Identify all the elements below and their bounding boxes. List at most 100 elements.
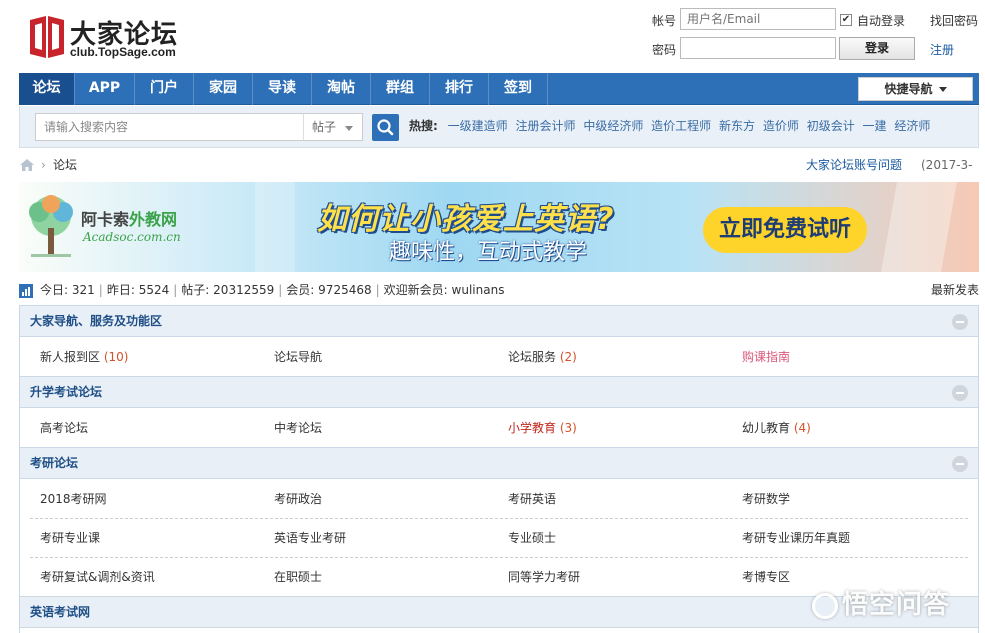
forum-link[interactable]: 考研专业课历年真题 — [742, 519, 850, 558]
register-link[interactable]: 注册 — [930, 41, 954, 58]
yesterday-label: 昨日: — [106, 283, 135, 297]
nav-item-groups[interactable]: 群组 — [371, 73, 430, 105]
forum-link[interactable]: 高考论坛 — [40, 409, 88, 448]
search-bar: 请输入搜索内容 帖子 热搜: 一级建造师 注册会计师 中级经济师 造价工程师 新… — [19, 106, 979, 148]
today-count: 321 — [71, 283, 95, 297]
banner-decoration — [255, 182, 295, 272]
auto-login-label: 自动登录 — [857, 14, 906, 28]
nav-item-guide[interactable]: 导读 — [253, 73, 312, 105]
hot-term[interactable]: 造价工程师 — [651, 119, 711, 133]
forum-row: 高考论坛 中考论坛 小学教育 (3) 幼儿教育 (4) — [20, 409, 978, 448]
collapse-icon[interactable] — [952, 314, 968, 330]
breadcrumb-separator: › — [41, 158, 46, 172]
hot-term[interactable]: 注册会计师 — [515, 119, 575, 133]
nav-item-checkin[interactable]: 签到 — [489, 73, 548, 105]
account-label: 帐号 — [652, 14, 677, 28]
forum-link[interactable]: 小学教育 (3) — [508, 409, 577, 448]
posts-label: 帖子: — [181, 283, 210, 297]
forum-link[interactable]: 考博专区 — [742, 558, 790, 597]
search-icon — [377, 119, 394, 136]
welcome-label: 欢迎新会员: — [383, 283, 448, 297]
breadcrumb: › 论坛 大家论坛账号问题 (2017-3-2) — [19, 152, 979, 198]
hot-term[interactable]: 经济师 — [894, 119, 930, 133]
section-header[interactable]: 考研论坛 — [20, 448, 978, 479]
banner-brand-accent: 外教网 — [129, 210, 178, 229]
forum-link[interactable]: 考研英语 — [508, 480, 556, 519]
account-issue-link[interactable]: 大家论坛账号问题 — [806, 152, 902, 178]
members-count: 9725468 — [318, 283, 372, 297]
forum-link[interactable]: 考研复试&调剂&资讯 — [40, 558, 155, 597]
forum-link[interactable]: 同等学力考研 — [508, 558, 580, 597]
find-password-link[interactable]: 找回密码 — [930, 12, 978, 29]
forum-link[interactable]: 幼儿教育 (4) — [742, 409, 811, 448]
forum-link[interactable]: 在职硕士 — [274, 558, 322, 597]
forum-link[interactable]: 论坛导航 — [274, 338, 322, 377]
header: 大家论坛 club.TopSage.com 帐号 ✔ 自动登录 找回密码 密码 … — [0, 0, 985, 72]
section-header[interactable]: 升学考试论坛 — [20, 377, 978, 408]
forum-link[interactable]: 2018考研网 — [40, 480, 107, 519]
watermark-text: 悟空问答 — [842, 590, 951, 620]
banner-subline: 趣味性，互动式教学 — [389, 240, 588, 265]
section-title: 升学考试论坛 — [30, 385, 103, 399]
hot-term[interactable]: 一建 — [863, 119, 887, 133]
forum-row: 2018考研网 考研政治 考研英语 考研数学 — [20, 480, 978, 519]
new-member-link[interactable]: wulinans — [452, 283, 505, 297]
quick-nav-dropdown[interactable]: 快捷导航 — [858, 77, 973, 101]
forum-link[interactable]: 专业硕士 — [508, 519, 556, 558]
forum-row: 新人报到区 (10) 论坛导航 论坛服务 (2) 购课指南 — [20, 338, 978, 377]
section-header[interactable]: 大家导航、服务及功能区 — [20, 306, 978, 337]
watermark-logo-icon — [812, 592, 838, 619]
banner-domain: Acadsoc.com.cn — [83, 230, 181, 244]
login-panel: 帐号 ✔ 自动登录 找回密码 密码 登录 注册 — [640, 8, 985, 64]
site-logo[interactable]: 大家论坛 club.TopSage.com — [28, 14, 198, 64]
yesterday-count: 5524 — [138, 283, 170, 297]
hot-term[interactable]: 中级经济师 — [583, 119, 643, 133]
search-type-select[interactable]: 帖子 — [303, 113, 363, 141]
stats-text: 今日: 321 | 昨日: 5524 | 帖子: 20312559 | 会员: 972546… — [40, 283, 505, 297]
watermark: 悟空问答 — [812, 584, 972, 620]
nav-item-home[interactable]: 家园 — [194, 73, 253, 105]
nav-item-forum[interactable]: 论坛 — [19, 73, 75, 105]
forum-link[interactable]: 考研政治 — [274, 480, 322, 519]
latest-posts-link[interactable]: 最新发表 — [931, 279, 979, 301]
collapse-icon[interactable] — [952, 385, 968, 401]
nav-item-portal[interactable]: 门户 — [135, 73, 194, 105]
hot-search: 热搜: 一级建造师 注册会计师 中级经济师 造价工程师 新东方 造价师 初级会计… — [409, 106, 934, 148]
password-input[interactable] — [680, 37, 836, 59]
hot-term[interactable]: 新东方 — [719, 119, 755, 133]
forum-link[interactable]: 考研数学 — [742, 480, 790, 519]
breadcrumb-current[interactable]: 论坛 — [53, 152, 77, 178]
home-icon[interactable] — [19, 158, 35, 172]
auto-login-checkbox[interactable]: ✔ — [840, 14, 852, 26]
nav-item-collection[interactable]: 淘帖 — [312, 73, 371, 105]
login-button[interactable]: 登录 — [839, 37, 915, 60]
forum-link[interactable]: 考研专业课 — [40, 519, 100, 558]
forum-stats: 今日: 321 | 昨日: 5524 | 帖子: 20312559 | 会员: 972546… — [19, 279, 979, 301]
forum-link[interactable]: 英语专业考研 — [274, 519, 346, 558]
banner-decoration — [881, 182, 957, 272]
account-input[interactable] — [680, 8, 836, 30]
hot-search-label: 热搜: — [409, 119, 438, 133]
forum-link[interactable]: 中考论坛 — [274, 409, 322, 448]
collapse-icon[interactable] — [952, 456, 968, 472]
forum-link[interactable]: 购课指南 — [742, 338, 790, 377]
chevron-down-icon — [938, 87, 947, 92]
free-trial-button[interactable]: 立即免费试听 — [703, 207, 867, 253]
nav-item-app[interactable]: APP — [75, 73, 135, 105]
ad-banner[interactable]: 阿卡索外教网 Acadsoc.com.cn 如何让小孩爱上英语? 趣味性，互动式… — [19, 182, 979, 272]
forum-row: 考研专业课 英语专业考研 专业硕士 考研专业课历年真题 — [20, 519, 978, 558]
quick-nav-label: 快捷导航 — [884, 82, 933, 96]
forum-link[interactable]: 论坛服务 (2) — [508, 338, 577, 377]
hot-term[interactable]: 初级会计 — [807, 119, 855, 133]
hot-term[interactable]: 造价师 — [763, 119, 799, 133]
forum-link[interactable]: 新人报到区 (10) — [40, 338, 128, 377]
search-input[interactable]: 请输入搜索内容 — [35, 113, 320, 141]
search-button[interactable] — [372, 114, 399, 141]
nav-item-ranking[interactable]: 排行 — [430, 73, 489, 105]
password-label: 密码 — [652, 43, 677, 57]
main-nav: 论坛 APP 门户 家园 导读 淘帖 群组 排行 签到 快捷导航 — [19, 73, 979, 105]
posts-count: 20312559 — [213, 283, 275, 297]
section-title: 考研论坛 — [30, 456, 79, 470]
members-label: 会员: — [286, 283, 315, 297]
hot-term[interactable]: 一级建造师 — [448, 119, 508, 133]
